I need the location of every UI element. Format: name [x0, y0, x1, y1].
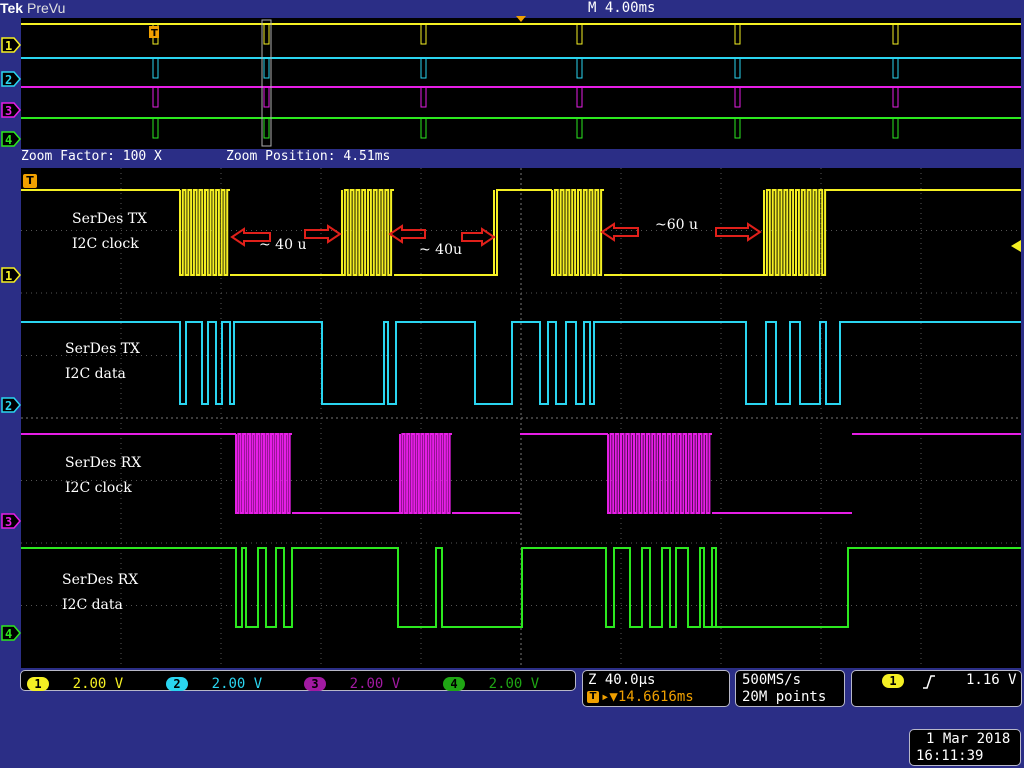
sample-rate: 500MS/s: [742, 672, 802, 688]
ch1-scale[interactable]: 1 2.00 V: [27, 673, 123, 692]
ch3-scale[interactable]: 3 2.00 V: [304, 673, 400, 692]
channel-marker-label: 3: [5, 515, 12, 529]
ch4-label-line2: I2C data: [62, 597, 123, 613]
ch4-badge: 4: [443, 677, 465, 691]
ch4-scale[interactable]: 4 2.00 V: [443, 673, 539, 692]
channel-marker-label: 1: [5, 269, 12, 283]
channel-scale-bar: 1 2.00 V 2 2.00 V 3 2.00 V 4 2.00 V: [20, 670, 576, 692]
ch3-label-line2: I2C clock: [65, 480, 132, 496]
zoom-position: Zoom Position: 4.51ms: [226, 149, 391, 164]
ch3-label-line1: SerDes RX: [65, 455, 142, 471]
gap-annotation-1: ~ 40 u: [259, 237, 307, 253]
channel-marker-label: 4: [5, 133, 12, 147]
gap-annotation-3: ~60 u: [655, 217, 699, 233]
ch4-label-line1: SerDes RX: [62, 572, 139, 588]
trigger-position: ▸▼14.6616ms: [601, 689, 694, 705]
ch2-label-line2: I2C data: [65, 366, 126, 382]
ch2-badge: 2: [166, 677, 188, 691]
ch2-label-line1: SerDes TX: [65, 341, 141, 357]
trigger-level: 1.16 V: [966, 672, 1017, 688]
ch2-scale[interactable]: 2 2.00 V: [166, 673, 262, 692]
trigger-box[interactable]: 1 1.16 V: [851, 670, 1022, 707]
channel-marker-label: 3: [5, 104, 12, 118]
ch1-label-line2: I2C clock: [72, 236, 139, 252]
overview-graticule: [21, 18, 1021, 149]
ch1-badge: 1: [27, 677, 49, 691]
ch3-scale-value: 2.00 V: [349, 676, 401, 692]
ch1-scale-value: 2.00 V: [72, 676, 124, 692]
channel-marker-label: 4: [5, 627, 12, 641]
ch3-badge: 3: [304, 677, 326, 691]
ch2-scale-value: 2.00 V: [211, 676, 263, 692]
trigger-pos-badge: T: [587, 691, 599, 703]
channel-marker-label: 2: [5, 399, 12, 413]
gap-annotation-2: ~ 40u: [419, 242, 463, 258]
scope-display: 1 2 3 4 1 2 3 4 T: [1, 16, 1021, 668]
acquisition-box[interactable]: 500MS/s 20M points: [735, 670, 845, 707]
date-text: 1 Mar 2018: [926, 731, 1011, 747]
zoom-factor: Zoom Factor: 100 X: [21, 149, 162, 164]
trigger-badge: T: [23, 174, 37, 188]
channel-marker-label: 1: [5, 39, 12, 53]
time-text: 16:11:39: [916, 748, 984, 764]
channel-marker-label: 2: [5, 73, 12, 87]
record-length: 20M points: [742, 689, 827, 705]
overview-trigger-label: T: [151, 28, 158, 39]
zoom-time-box[interactable]: Z 40.0µs T ▸▼14.6616ms: [582, 670, 730, 707]
trigger-channel-badge: 1: [882, 674, 904, 688]
ch1-label-line1: SerDes TX: [72, 211, 148, 227]
rising-edge-icon: [923, 675, 935, 689]
zoom-time: Z 40.0µs: [588, 672, 656, 688]
ch4-scale-value: 2.00 V: [488, 676, 540, 692]
datetime-box: 1 Mar 2018 16:11:39: [909, 729, 1021, 766]
